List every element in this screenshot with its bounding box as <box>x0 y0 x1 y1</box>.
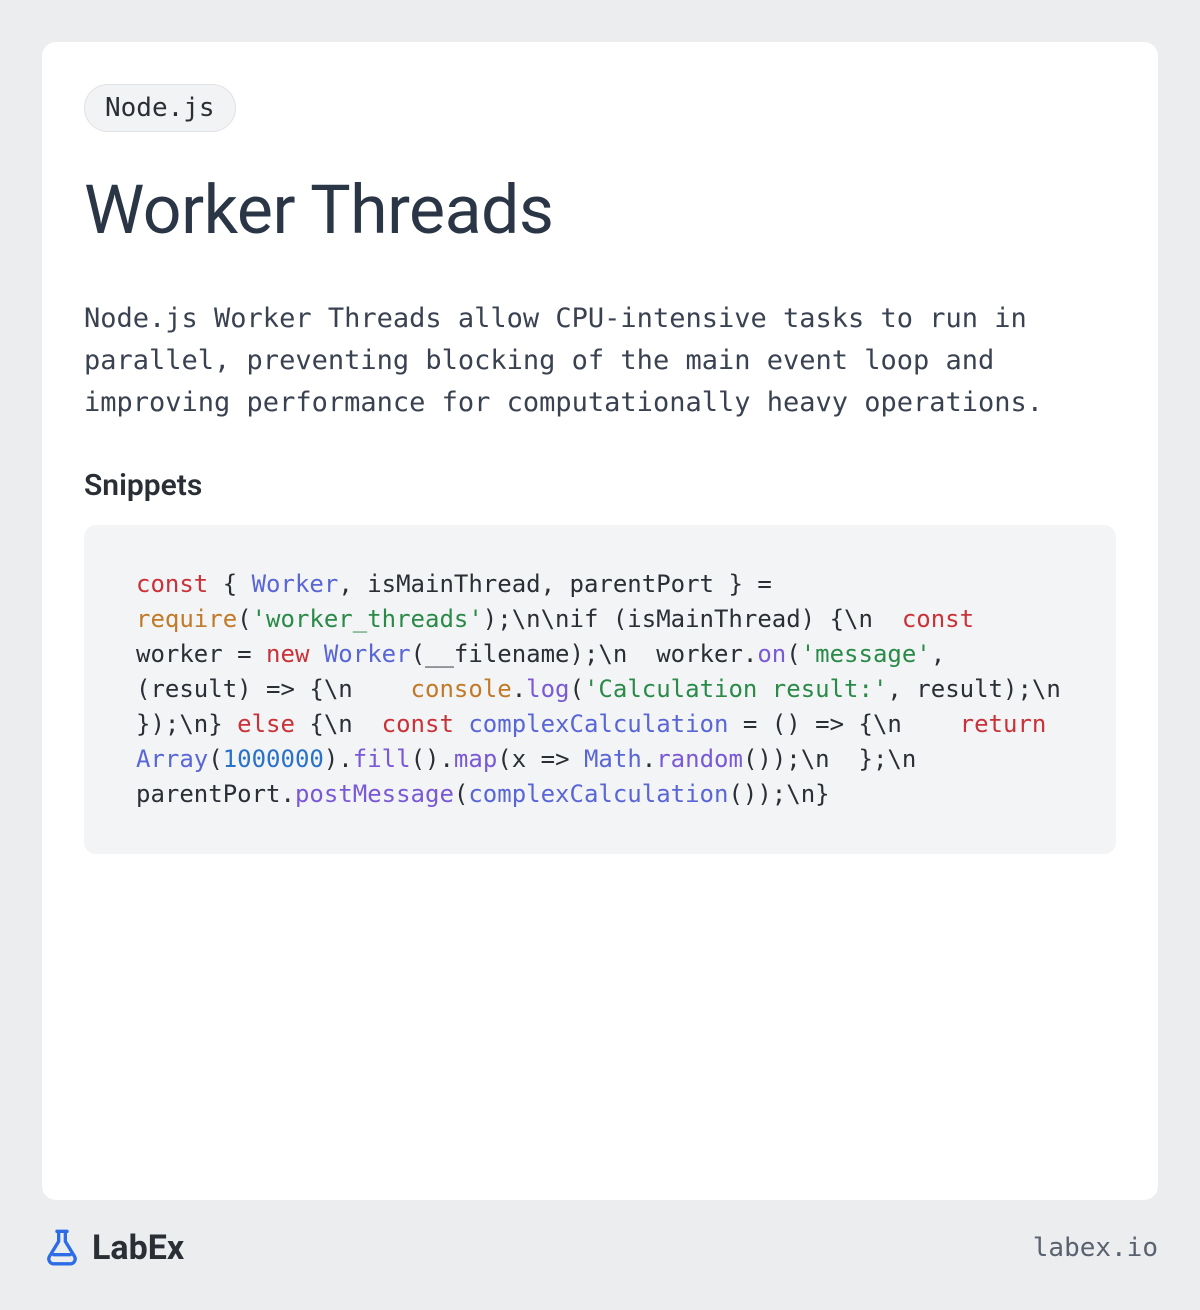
page-title: Worker Threads <box>84 170 1116 250</box>
code-snippet: const { Worker, isMainThread, parentPort… <box>84 525 1116 854</box>
flask-icon <box>42 1228 82 1268</box>
category-tag: Node.js <box>84 84 236 132</box>
footer: LabEx labex.io <box>42 1200 1158 1268</box>
snippets-heading: Snippets <box>84 468 1116 503</box>
description-text: Node.js Worker Threads allow CPU-intensi… <box>84 298 1116 424</box>
site-label: labex.io <box>1033 1233 1158 1263</box>
brand: LabEx <box>42 1228 184 1268</box>
content-card: Node.js Worker Threads Node.js Worker Th… <box>42 42 1158 1200</box>
brand-text: LabEx <box>92 1228 184 1268</box>
